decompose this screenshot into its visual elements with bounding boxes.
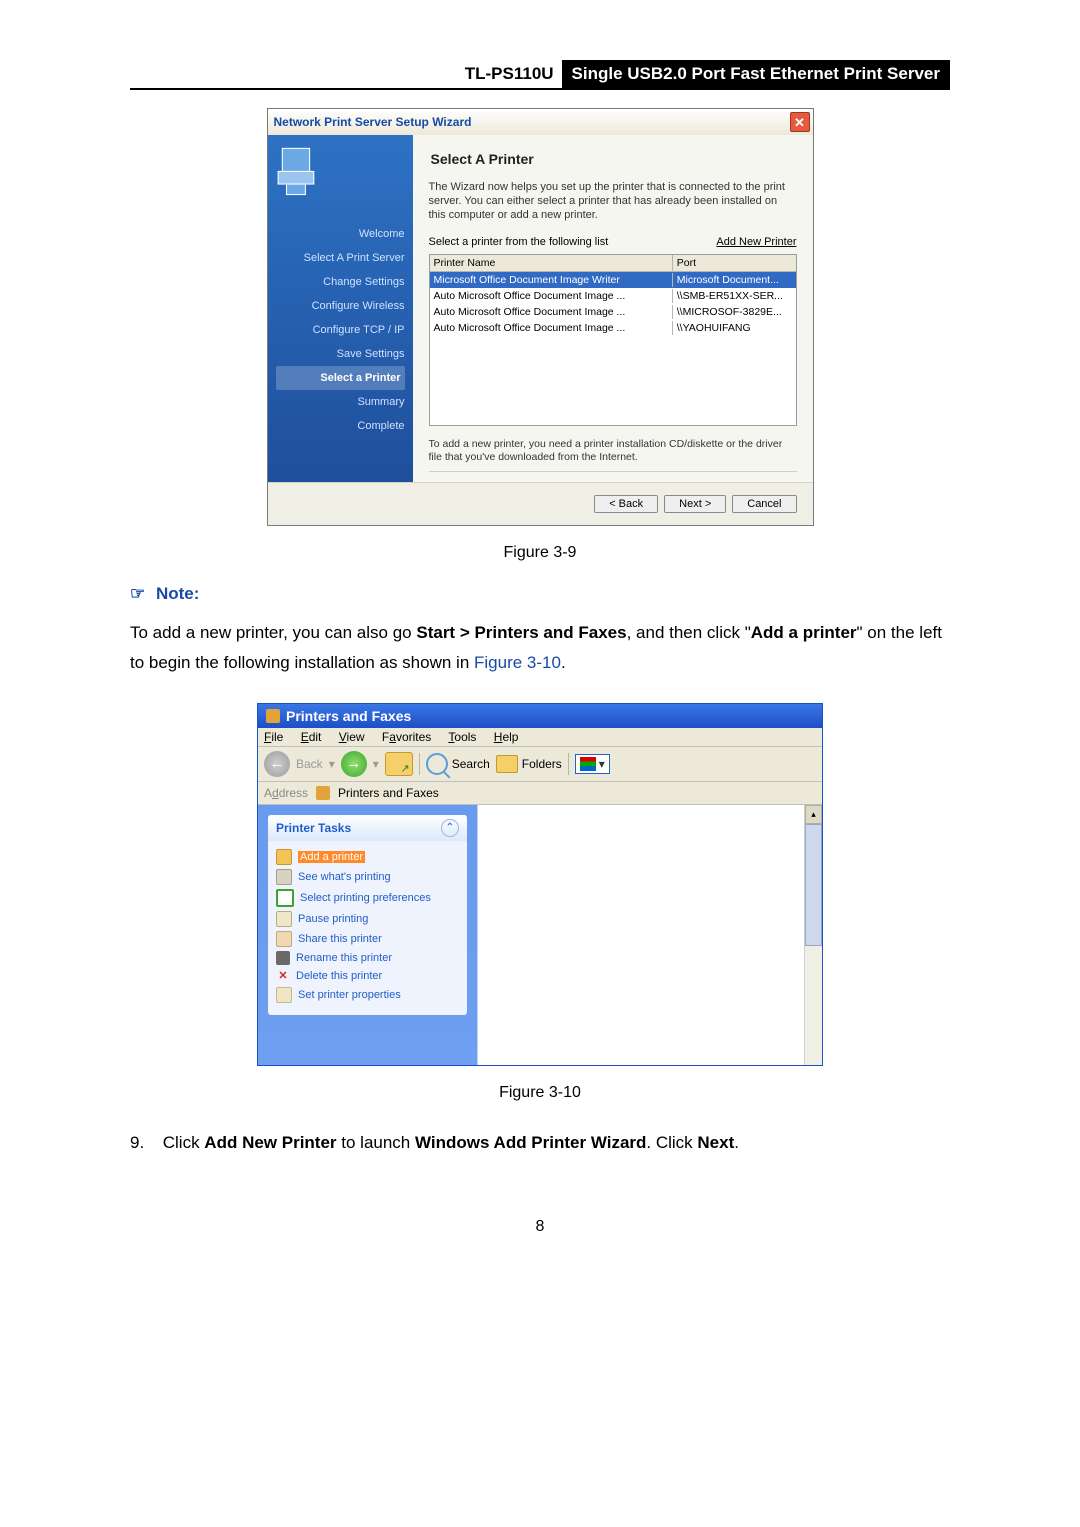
task-delete[interactable]: ✕Delete this printer [276,967,459,985]
up-folder-icon[interactable] [385,752,413,776]
figure-caption-3-10: Figure 3-10 [130,1084,950,1102]
wizard-heading: Select A Printer [431,151,797,167]
wizard-steps-sidebar: Welcome Select A Print Server Change Set… [268,135,413,482]
doc-icon [276,869,292,885]
figure-caption-3-9: Figure 3-9 [130,544,950,562]
printer-port-cell: Microsoft Document... [673,273,796,287]
next-button[interactable]: Next > [664,495,726,513]
delete-icon: ✕ [276,969,290,983]
step-select-server: Select A Print Server [276,246,405,270]
printer-port-cell: \\MICROSOF-3829E... [673,305,796,319]
back-label[interactable]: Back [296,757,323,771]
menu-favorites[interactable]: Favorites [382,730,431,744]
printer-list[interactable]: Printer Name Port Microsoft Office Docum… [429,254,797,426]
properties-icon [276,987,292,1003]
task-share[interactable]: Share this printer [276,929,459,949]
wizard-hint: To add a new printer, you need a printer… [429,438,797,471]
folder-icon [496,755,518,773]
task-properties[interactable]: Set printer properties [276,985,459,1005]
step-configure-tcpip: Configure TCP / IP [276,318,405,342]
add-new-printer-link[interactable]: Add New Printer [716,236,796,248]
task-rename[interactable]: Rename this printer [276,949,459,967]
search-button[interactable]: Search [426,753,490,775]
wizard-description: The Wizard now helps you set up the prin… [429,181,797,222]
menu-file[interactable]: File [264,730,283,744]
folders-button[interactable]: Folders [496,755,562,773]
printer-name-cell: Auto Microsoft Office Document Image ... [430,289,673,303]
content-area: ▴ [478,805,822,1065]
setup-wizard-dialog: Network Print Server Setup Wizard ✕ Welc… [267,108,814,526]
check-icon [276,889,294,907]
collapse-icon[interactable]: ⌃ [441,819,459,837]
pause-icon [276,911,292,927]
menu-view[interactable]: View [339,730,365,744]
note-label: Note: [156,584,199,603]
step-9: 9. Click Add New Printer to launch Windo… [130,1128,950,1159]
scroll-thumb[interactable] [805,824,822,946]
printer-row[interactable]: Auto Microsoft Office Document Image ...… [430,288,796,304]
task-select-prefs[interactable]: Select printing preferences [276,887,459,909]
col-port[interactable]: Port [673,255,796,271]
menu-bar[interactable]: File Edit View Favorites Tools Help [258,728,822,747]
tasks-header: Printer Tasks [276,821,351,835]
rename-icon [276,951,290,965]
add-printer-icon [276,849,292,865]
search-icon [426,753,448,775]
note-icon: ☞ [130,584,145,603]
menu-tools[interactable]: Tools [448,730,476,744]
wizard-title: Network Print Server Setup Wizard [274,115,472,129]
views-button[interactable]: ▾ [575,754,610,774]
close-icon[interactable]: ✕ [790,112,810,132]
window-icon [266,709,280,723]
step-select-printer: Select a Printer [276,366,405,390]
tasks-pane: Printer Tasks ⌃ Add a printer See what's… [258,805,478,1065]
printer-name-cell: Microsoft Office Document Image Writer [430,273,673,287]
hand-icon [276,931,292,947]
printers-faxes-window: Printers and Faxes File Edit View Favori… [257,703,823,1066]
task-see-printing[interactable]: See what's printing [276,867,459,887]
step-complete: Complete [276,414,405,438]
printer-port-cell: \\SMB-ER51XX-SER... [673,289,796,303]
doc-title: Single USB2.0 Port Fast Ethernet Print S… [562,60,950,88]
step-save-settings: Save Settings [276,342,405,366]
task-pause[interactable]: Pause printing [276,909,459,929]
step-change-settings: Change Settings [276,270,405,294]
printer-name-cell: Auto Microsoft Office Document Image ... [430,305,673,319]
window-titlebar: Printers and Faxes [258,704,822,728]
select-printer-label: Select a printer from the following list [429,236,609,248]
window-title: Printers and Faxes [286,708,411,724]
printer-icon [276,145,318,200]
col-printer-name[interactable]: Printer Name [430,255,673,271]
cancel-button[interactable]: Cancel [732,495,796,513]
menu-edit[interactable]: Edit [301,730,322,744]
forward-icon[interactable]: → [341,751,367,777]
back-button[interactable]: < Back [594,495,658,513]
address-value[interactable]: Printers and Faxes [338,786,439,800]
back-icon[interactable]: ← [264,751,290,777]
wizard-titlebar: Network Print Server Setup Wizard ✕ [268,109,813,135]
page-number: 8 [130,1218,950,1236]
address-bar: Address Printers and Faxes [258,782,822,805]
model-label: TL-PS110U [457,60,562,88]
step-welcome: Welcome [276,222,405,246]
printer-name-cell: Auto Microsoft Office Document Image ... [430,321,673,335]
note-text: To add a new printer, you can also go St… [130,618,950,679]
figure-link[interactable]: Figure 3-10 [474,653,561,672]
address-label: Address [264,786,308,800]
address-icon [316,786,330,800]
printer-row[interactable]: Auto Microsoft Office Document Image ...… [430,320,796,336]
scroll-up-icon[interactable]: ▴ [805,805,822,824]
scrollbar[interactable]: ▴ [804,805,822,1065]
toolbar: ← Back ▾ → ▾ Search Folders ▾ [258,747,822,782]
printer-row[interactable]: Microsoft Office Document Image Writer M… [430,272,796,288]
menu-help[interactable]: Help [494,730,519,744]
step-summary: Summary [276,390,405,414]
step-configure-wireless: Configure Wireless [276,294,405,318]
printer-row[interactable]: Auto Microsoft Office Document Image ...… [430,304,796,320]
task-add-printer[interactable]: Add a printer [276,847,459,867]
views-icon [580,757,596,771]
printer-port-cell: \\YAOHUIFANG [673,321,796,335]
